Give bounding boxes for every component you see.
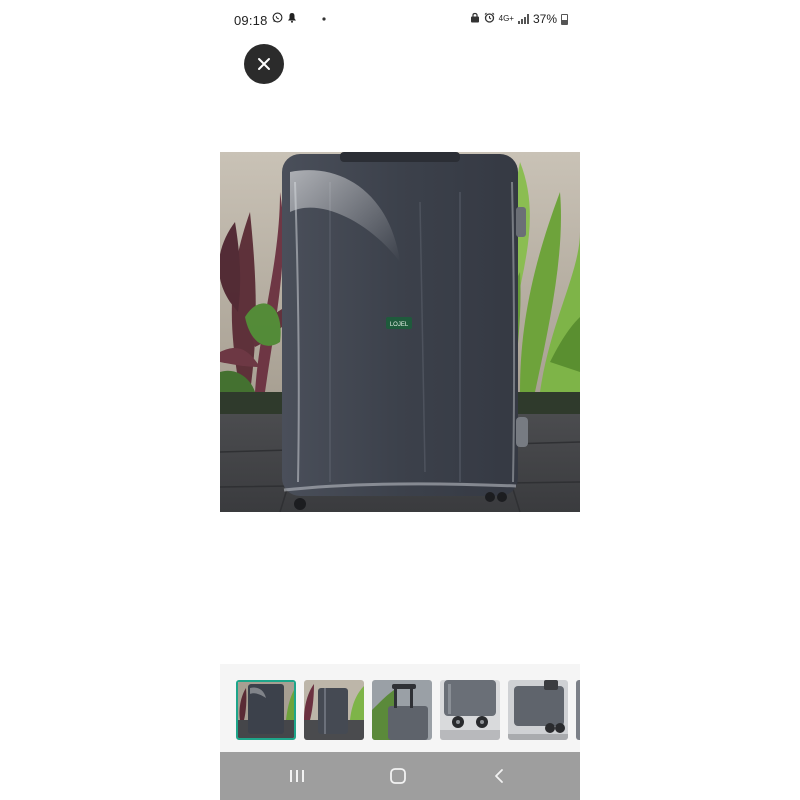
thumb-suitcase-plants[interactable] — [304, 680, 364, 740]
back-button[interactable] — [484, 764, 514, 788]
home-icon — [390, 768, 406, 784]
dot-icon — [321, 13, 327, 25]
thumb-suitcase-partial[interactable] — [576, 680, 580, 740]
notification-icon — [287, 12, 297, 26]
home-button[interactable] — [383, 764, 413, 788]
thumb-suitcase-handle[interactable] — [372, 680, 432, 740]
thumb-suitcase-wheels[interactable] — [440, 680, 500, 740]
battery-icon — [561, 13, 568, 25]
alarm-icon — [484, 12, 495, 26]
system-nav-bar — [220, 752, 580, 800]
back-icon — [495, 769, 503, 783]
main-product-image[interactable]: LOJEL — [220, 152, 580, 512]
signal-icon — [517, 14, 529, 24]
thumb-suitcase-cover-front[interactable] — [236, 680, 296, 740]
status-time: 09:18 — [234, 13, 268, 28]
battery-percent: 37% — [532, 12, 557, 26]
close-icon — [258, 58, 270, 70]
recent-apps-button[interactable] — [282, 764, 312, 788]
thumbnail-strip[interactable] — [220, 664, 580, 752]
status-right-group: 4G+ 37% — [470, 12, 568, 26]
phone-screen: 09:18 4G+ 37% LOJEL — [220, 0, 580, 800]
status-bar: 09:18 4G+ 37% — [220, 0, 580, 40]
whatsapp-icon — [272, 12, 283, 26]
recent-apps-icon — [290, 770, 304, 782]
thumb-suitcase-side[interactable] — [508, 680, 568, 740]
close-button[interactable] — [244, 44, 284, 84]
vpn-icon — [470, 12, 480, 26]
network-icon: 4G+ — [498, 14, 514, 23]
suitcase-logo: LOJEL — [390, 322, 409, 328]
